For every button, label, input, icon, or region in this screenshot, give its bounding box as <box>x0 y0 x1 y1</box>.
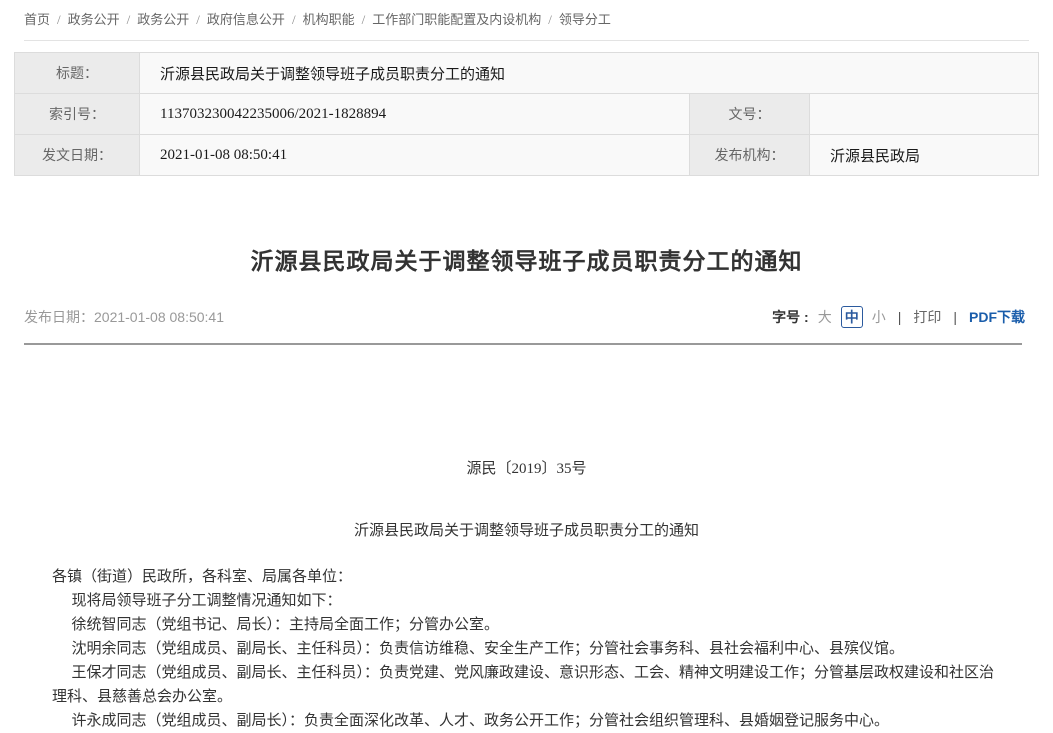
pdf-download-button[interactable]: PDF下载 <box>969 307 1025 327</box>
publisher-label: 发布机构： <box>690 135 810 176</box>
breadcrumb-separator: / <box>196 12 200 27</box>
breadcrumb-item-leadership[interactable]: 领导分工 <box>559 12 611 27</box>
index-number-label: 索引号： <box>15 94 140 135</box>
article-body: 源民〔2019〕35号 沂源县民政局关于调整领导班子成员职责分工的通知 各镇（街… <box>0 457 1053 733</box>
table-row-index: 索引号： 113703230042235006/2021-1828894 文号： <box>15 94 1039 135</box>
issue-date-label: 发文日期： <box>15 135 140 176</box>
breadcrumb-item-info-disclosure[interactable]: 政府信息公开 <box>207 12 285 27</box>
document-reference-number: 源民〔2019〕35号 <box>0 457 1053 478</box>
font-size-medium-button[interactable]: 中 <box>841 306 863 328</box>
doc-number-value <box>810 94 1039 135</box>
breadcrumb-item-home[interactable]: 首页 <box>24 12 50 27</box>
article-title: 沂源县民政局关于调整领导班子成员职责分工的通知 <box>0 519 1053 540</box>
breadcrumb-item-org-functions[interactable]: 机构职能 <box>303 12 355 27</box>
toolbar-divider: | <box>898 309 902 325</box>
breadcrumb-separator: / <box>292 12 296 27</box>
doc-number-label: 文号： <box>690 94 810 135</box>
breadcrumb: 首页 / 政务公开 / 政务公开 / 政府信息公开 / 机构职能 / 工作部门职能配置及内设机构 / 领… <box>0 0 1053 40</box>
print-button[interactable]: 打印 <box>913 307 941 327</box>
meta-row: 发布日期：2021-01-08 08:50:41 字号 : 大 中 小 | 打印… <box>24 306 1025 328</box>
issue-date-value: 2021-01-08 08:50:41 <box>140 135 690 176</box>
paragraph-wang-baocai: 王保才同志（党组成员、副局长、主任科员）：负责党建、党风廉政建设、意识形态、工会… <box>52 661 1001 709</box>
publisher-value: 沂源县民政局 <box>810 135 1039 176</box>
font-size-label: 字号 : <box>772 307 809 327</box>
breadcrumb-item-zwgk-2[interactable]: 政务公开 <box>137 12 189 27</box>
publish-date: 发布日期：2021-01-08 08:50:41 <box>24 307 224 327</box>
breadcrumb-item-dept-config[interactable]: 工作部门职能配置及内设机构 <box>372 12 541 27</box>
document-info-table: 标题： 沂源县民政局关于调整领导班子成员职责分工的通知 索引号： 1137032… <box>14 52 1039 176</box>
paragraph-xu-yongcheng: 许永成同志（党组成员、副局长）：负责全面深化改革、人才、政务公开工作；分管社会组… <box>52 709 1001 733</box>
paragraph-shen-mingyu: 沈明余同志（党组成员、副局长、主任科员）：负责信访维稳、安全生产工作；分管社会事… <box>52 637 1001 661</box>
toolbar-divider: | <box>953 309 957 325</box>
breadcrumb-separator: / <box>362 12 366 27</box>
breadcrumb-separator: / <box>57 12 61 27</box>
index-number-value: 113703230042235006/2021-1828894 <box>140 94 690 135</box>
paragraph-xu-tongzhi: 徐统智同志（党组书记、局长）：主持局全面工作；分管办公室。 <box>52 613 1001 637</box>
font-size-small-button[interactable]: 小 <box>872 307 886 327</box>
breadcrumb-separator: / <box>127 12 131 27</box>
breadcrumb-separator: / <box>548 12 552 27</box>
title-label: 标题： <box>15 53 140 94</box>
publish-date-value: 2021-01-08 08:50:41 <box>94 309 224 325</box>
toolbar: 字号 : 大 中 小 | 打印 | PDF下载 <box>772 306 1025 328</box>
font-size-large-button[interactable]: 大 <box>818 307 832 327</box>
paragraph-intro: 现将局领导班子分工调整情况通知如下： <box>52 589 1001 613</box>
table-row-title: 标题： 沂源县民政局关于调整领导班子成员职责分工的通知 <box>15 53 1039 94</box>
title-value: 沂源县民政局关于调整领导班子成员职责分工的通知 <box>140 53 1039 94</box>
breadcrumb-item-zwgk-1[interactable]: 政务公开 <box>68 12 120 27</box>
content-divider <box>24 343 1022 345</box>
table-row-date: 发文日期： 2021-01-08 08:50:41 发布机构： 沂源县民政局 <box>15 135 1039 176</box>
paragraph-salutation: 各镇（街道）民政所，各科室、局属各单位： <box>52 565 1001 589</box>
article-paragraphs: 各镇（街道）民政所，各科室、局属各单位： 现将局领导班子分工调整情况通知如下： … <box>52 565 1001 733</box>
publish-date-label: 发布日期： <box>24 309 94 325</box>
page-title: 沂源县民政局关于调整领导班子成员职责分工的通知 <box>24 242 1029 276</box>
breadcrumb-divider <box>24 40 1029 41</box>
